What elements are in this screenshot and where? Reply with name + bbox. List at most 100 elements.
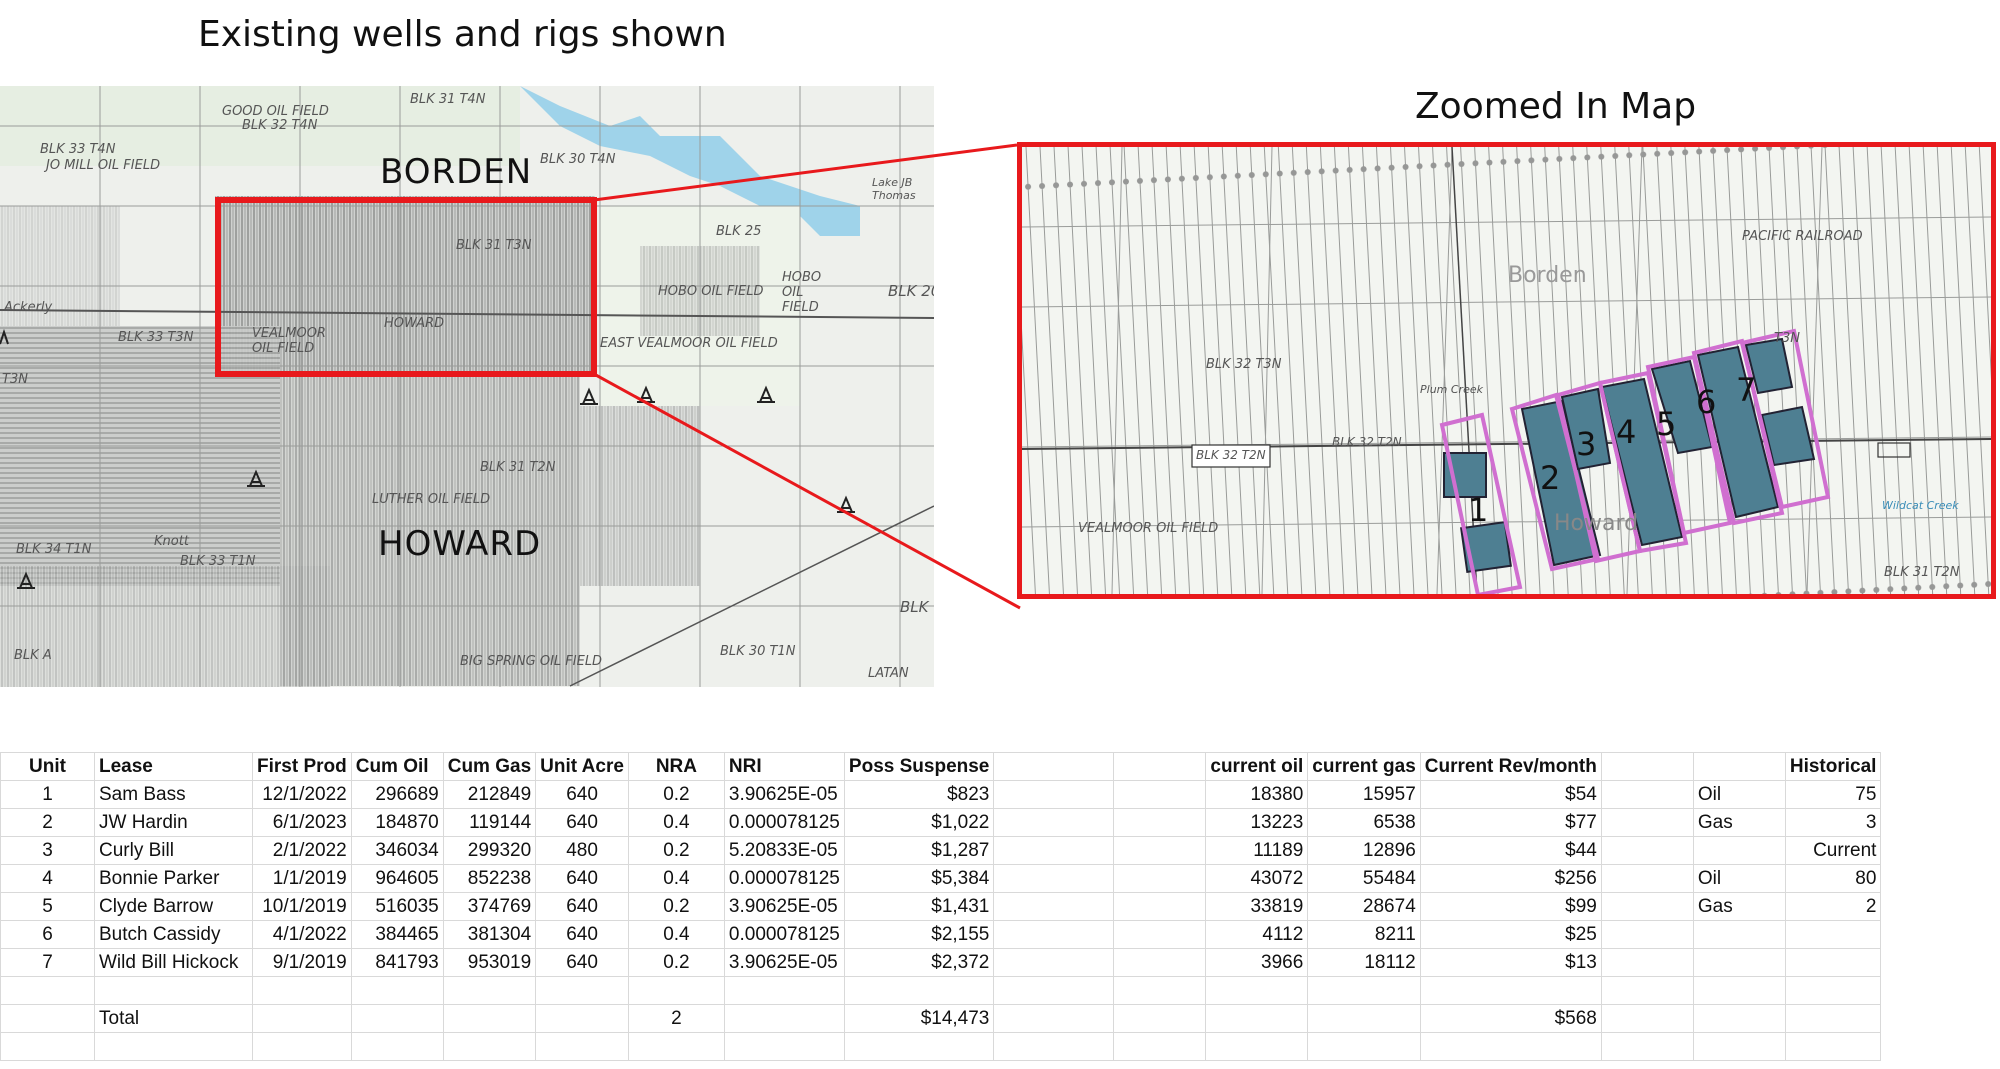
table-cell (1205, 1004, 1309, 1033)
unit-number-7: 7 (1736, 371, 1757, 409)
table-cell: 0.000078125 (723, 864, 845, 893)
table-cell: 212849 (442, 780, 537, 809)
table-cell: 9/1/2019 (252, 948, 352, 977)
table-cell: 3966 (1205, 948, 1309, 977)
table-cell (1784, 976, 1882, 1005)
table-cell (993, 780, 1115, 809)
table-cell (993, 1004, 1115, 1033)
column-header: Poss Suspense (843, 752, 995, 781)
table-cell: 6538 (1307, 808, 1421, 837)
column-header (1692, 752, 1786, 781)
table-cell: 3 (0, 836, 95, 865)
table-cell: JW Hardin (94, 808, 253, 837)
table-cell (1600, 808, 1694, 837)
table-cell (993, 836, 1115, 865)
table-cell (1600, 892, 1694, 921)
table-cell: 0.2 (627, 780, 725, 809)
table-cell (535, 976, 629, 1005)
zoom-label-borden: Borden (1508, 263, 1587, 288)
table-cell: Total (94, 1004, 253, 1033)
table-cell (1205, 976, 1309, 1005)
zoom-label: VEALMOOR OIL FIELD (1078, 521, 1219, 536)
table-cell: 1/1/2019 (252, 864, 352, 893)
table-row: 3 Curly Bill 2/1/2022 346034 299320 480 0.2 5.2… (0, 836, 1882, 865)
zoom-label: BLK 32 T2N (1196, 448, 1266, 462)
table-header-row: Unit Lease First Prod Cum Oil Cum Gas Unit Ac… (0, 752, 1882, 781)
column-header: Unit (0, 752, 95, 781)
table-cell (627, 1032, 725, 1061)
table-cell (1692, 948, 1786, 977)
unit-number-6: 6 (1696, 383, 1717, 421)
table-cell (1600, 948, 1694, 977)
table-cell: Gas (1692, 892, 1786, 921)
table-cell (1113, 836, 1207, 865)
table-cell: 18380 (1205, 780, 1309, 809)
table-cell: 4112 (1205, 920, 1309, 949)
table-cell (0, 1032, 95, 1061)
table-cell: 28674 (1307, 892, 1421, 921)
table-cell: 384465 (350, 920, 444, 949)
column-header: First Prod (252, 752, 352, 781)
table-cell: 852238 (442, 864, 537, 893)
table-cell (1113, 948, 1207, 977)
table-row: 5 Clyde Barrow 10/1/2019 516035 374769 640 0.2… (0, 892, 1882, 921)
unit-number-1: 1 (1468, 491, 1489, 529)
table-cell: 11189 (1205, 836, 1309, 865)
table-row: 4 Bonnie Parker 1/1/2019 964605 852238 640 0.4… (0, 864, 1882, 893)
table-cell (1113, 976, 1207, 1005)
column-header: current gas (1307, 752, 1421, 781)
table-cell (1113, 1004, 1207, 1033)
table-cell: 18112 (1307, 948, 1421, 977)
table-cell (1419, 1032, 1602, 1061)
table-cell: 6 (0, 920, 95, 949)
table-cell (843, 1032, 995, 1061)
table-cell: Gas (1692, 808, 1786, 837)
table-cell: 296689 (350, 780, 444, 809)
table-cell: 8211 (1307, 920, 1421, 949)
table-cell: 0.2 (627, 836, 725, 865)
table-cell: $1,287 (843, 836, 995, 865)
table-cell: 15957 (1307, 780, 1421, 809)
table-cell (350, 1004, 444, 1033)
table-cell (1307, 1004, 1421, 1033)
table-cell (1113, 808, 1207, 837)
table-cell (993, 1032, 1115, 1061)
table-cell (993, 976, 1115, 1005)
table-cell (843, 976, 995, 1005)
table-cell (0, 1004, 95, 1033)
table-cell (442, 976, 537, 1005)
table-cell (1600, 976, 1694, 1005)
column-header (1600, 752, 1694, 781)
table-cell: 964605 (350, 864, 444, 893)
column-header: Current Rev/month (1419, 752, 1602, 781)
table-cell (993, 948, 1115, 977)
table-cell: 119144 (442, 808, 537, 837)
table-cell: 0.2 (627, 892, 725, 921)
zoom-label: BLK 31 T2N (1884, 565, 1960, 580)
table-cell: 516035 (350, 892, 444, 921)
table-cell (94, 1032, 253, 1061)
table-cell (535, 1004, 629, 1033)
table-cell (1692, 920, 1786, 949)
table-cell: $99 (1419, 892, 1602, 921)
table-cell (993, 892, 1115, 921)
table-cell: Oil (1692, 780, 1786, 809)
table-cell: 5.20833E-05 (723, 836, 845, 865)
table-cell: 299320 (442, 836, 537, 865)
table-cell: $2,372 (843, 948, 995, 977)
table-cell: 80 (1784, 864, 1882, 893)
table-cell (993, 864, 1115, 893)
table-cell: 5 (0, 892, 95, 921)
table-cell: 184870 (350, 808, 444, 837)
column-header (1113, 752, 1207, 781)
table-cell (627, 976, 725, 1005)
lease-table: Unit Lease First Prod Cum Oil Cum Gas Unit Ac… (0, 752, 1882, 1061)
table-cell: 3.90625E-05 (723, 780, 845, 809)
table-cell (1692, 1032, 1786, 1061)
table-cell: 0.4 (627, 808, 725, 837)
table-cell: $25 (1419, 920, 1602, 949)
zoom-label: Wildcat Creek (1882, 499, 1959, 512)
table-cell: Oil (1692, 864, 1786, 893)
table-cell (1113, 1032, 1207, 1061)
table-cell: $2,155 (843, 920, 995, 949)
